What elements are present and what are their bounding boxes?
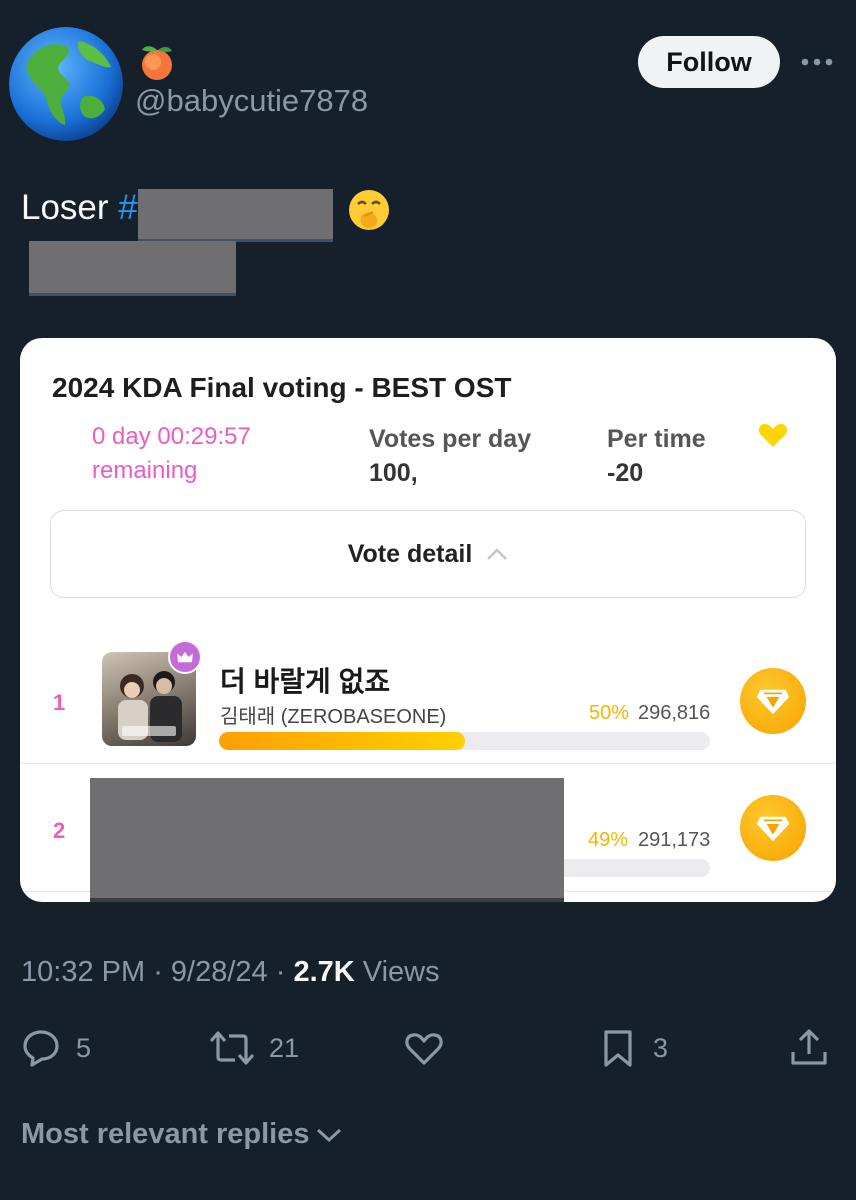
- follow-button[interactable]: Follow: [638, 36, 780, 88]
- timer-value: 0 day 00:29:57: [92, 423, 251, 450]
- more-options-icon[interactable]: [800, 52, 834, 72]
- rank-1: 1: [53, 690, 66, 715]
- repost-icon: [209, 1031, 255, 1065]
- meta-separator: ·: [145, 956, 171, 988]
- redacted-block: [138, 189, 333, 239]
- vote-card-image[interactable]: 2024 KDA Final voting - BEST OST 0 day 0…: [20, 338, 836, 902]
- crown-badge-icon: [168, 640, 202, 674]
- votes-per-day-label: Votes per day: [369, 425, 532, 453]
- repost-count: 21: [269, 1032, 300, 1063]
- tweet-detail-page: @babycutie7878 Follow Loser # 2024 KDA F…: [0, 0, 856, 1200]
- tweet-text: Loser #: [21, 188, 138, 228]
- vote-bar-1: [219, 732, 710, 750]
- bookmark-icon: [604, 1030, 632, 1067]
- vote-count-2: 291,173: [638, 829, 711, 851]
- rank-2: 2: [53, 818, 66, 843]
- tweet-time: 10:32 PM: [21, 956, 146, 988]
- views-count: 2.7K: [293, 956, 355, 988]
- vote-percent-1: 50%: [589, 702, 630, 724]
- replies-sort-label: Most relevant replies: [21, 1118, 310, 1150]
- meta-separator: ·: [267, 956, 294, 988]
- per-time: Per time -20: [607, 422, 706, 490]
- like-button[interactable]: [403, 1026, 445, 1070]
- repost-button[interactable]: 21: [209, 1026, 299, 1070]
- heart-outline-icon: [405, 1033, 443, 1065]
- countdown-timer: 0 day 00:29:57 remaining: [92, 420, 251, 488]
- chevron-down-icon: [316, 1128, 341, 1142]
- vote-button-1[interactable]: [740, 668, 806, 734]
- vote-detail-label: Vote detail: [347, 539, 473, 568]
- chevron-up-icon: [487, 548, 508, 560]
- author-handle[interactable]: @babycutie7878: [135, 83, 368, 119]
- votes-per-day: Votes per day 100,: [369, 422, 531, 490]
- per-time-label: Per time: [607, 425, 706, 453]
- row-divider: [20, 763, 836, 764]
- diamond-icon: [756, 689, 790, 714]
- vote-button-2[interactable]: [740, 795, 806, 861]
- tweet-meta: 10:32 PM · 9/28/24 · 2.7K Views: [21, 956, 440, 989]
- vote-title: 2024 KDA Final voting - BEST OST: [52, 372, 512, 403]
- redacted-block: [29, 241, 236, 293]
- tweet-text-prefix: Loser: [21, 188, 119, 227]
- diamond-icon: [756, 816, 790, 841]
- heart-icon: [758, 424, 788, 447]
- per-time-value: -20: [607, 459, 644, 487]
- hand-over-mouth-emoji: [347, 188, 391, 232]
- views-label: Views: [354, 956, 440, 988]
- bookmark-button[interactable]: 3: [597, 1026, 668, 1070]
- votes-per-day-value: 100,: [369, 459, 418, 487]
- share-icon: [791, 1029, 827, 1065]
- song-title: 더 바랄게 없죠: [220, 666, 391, 697]
- vote-bar-fill-1: [219, 732, 465, 750]
- reply-button[interactable]: 5: [20, 1026, 91, 1070]
- reply-count: 5: [76, 1032, 92, 1063]
- vote-count-1: 296,816: [638, 702, 711, 724]
- tweet-date: 9/28/24: [170, 956, 268, 988]
- vote-percent-2: 49%: [588, 829, 629, 851]
- reply-icon: [23, 1030, 59, 1067]
- redacted-block: [90, 778, 564, 898]
- bookmark-count: 3: [653, 1032, 669, 1063]
- share-button[interactable]: [788, 1026, 830, 1070]
- globe-icon: [9, 27, 123, 141]
- avatar[interactable]: [9, 27, 123, 141]
- peach-emoji: [136, 40, 178, 82]
- replies-sort-dropdown[interactable]: Most relevant replies: [21, 1118, 342, 1151]
- timer-label: remaining: [92, 457, 198, 484]
- vote-detail-toggle[interactable]: Vote detail: [50, 510, 806, 598]
- hashtag-link[interactable]: #: [118, 188, 137, 227]
- artist-name: 김태래 (ZEROBASEONE): [220, 706, 447, 728]
